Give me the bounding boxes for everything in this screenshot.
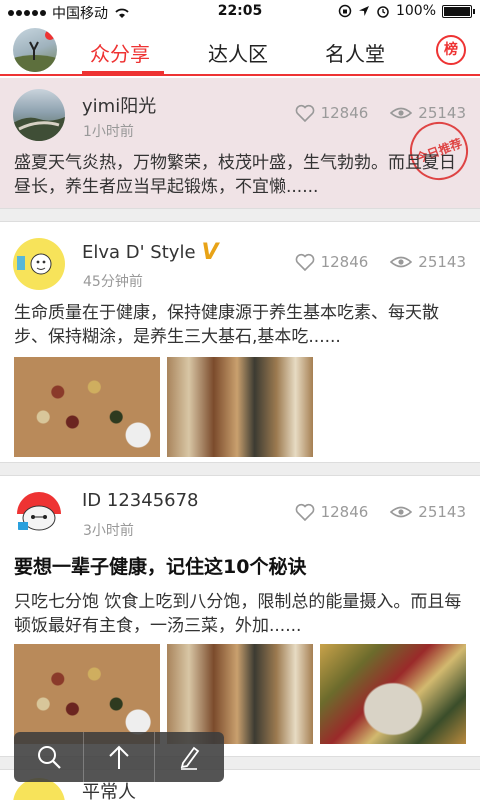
active-tab-indicator bbox=[82, 71, 164, 74]
feed-separator bbox=[0, 462, 480, 476]
post-image-spices[interactable] bbox=[14, 357, 160, 457]
tab-experts[interactable]: 达人区 bbox=[208, 38, 268, 67]
battery-icon bbox=[442, 4, 475, 18]
author-name[interactable]: yimi阳光 bbox=[82, 92, 156, 118]
eye-icon bbox=[390, 506, 413, 518]
status-bar: 中国移动 22:05 100% bbox=[0, 0, 480, 24]
post-title[interactable]: 要想一辈子健康，记住这10个秘诀 bbox=[14, 552, 306, 579]
rotation-lock-icon bbox=[338, 4, 352, 18]
top-nav: 众分享 达人区 名人堂 榜 bbox=[0, 24, 480, 76]
post-excerpt[interactable]: 生命质量在于健康，保持健康源于养生基本吃素、每天散步、保持糊涂，是养生三大基石,… bbox=[14, 301, 468, 349]
view-count-value: 25143 bbox=[418, 503, 466, 521]
author-name[interactable]: ID 12345678 bbox=[82, 490, 199, 511]
ranking-button[interactable]: 榜 bbox=[436, 35, 466, 65]
like-count[interactable]: 12846 bbox=[295, 253, 369, 271]
floating-toolbar bbox=[14, 732, 224, 782]
tab-hall-of-fame[interactable]: 名人堂 bbox=[325, 38, 385, 67]
feed: yimi阳光 1小时前 12846 25143 今日推荐 盛夏天气炎热，万物繁荣… bbox=[0, 78, 480, 800]
scroll-top-button[interactable] bbox=[84, 732, 155, 782]
eye-icon bbox=[390, 107, 413, 119]
arrow-up-icon bbox=[109, 745, 129, 769]
tab-share[interactable]: 众分享 bbox=[90, 38, 150, 67]
eye-icon bbox=[390, 256, 413, 268]
like-count[interactable]: 12846 bbox=[295, 503, 369, 521]
post-card[interactable]: Elva D' Style V 45分钟前 12846 25143 生命质量在于… bbox=[0, 222, 480, 462]
battery-percent: 100% bbox=[395, 3, 436, 19]
author-name[interactable]: Elva D' Style bbox=[82, 242, 196, 263]
author-avatar[interactable] bbox=[13, 488, 65, 540]
view-count: 25143 bbox=[390, 104, 466, 122]
feed-separator bbox=[0, 208, 480, 222]
author-avatar[interactable] bbox=[13, 238, 65, 290]
post-image-beans[interactable] bbox=[320, 644, 466, 744]
like-count-value: 12846 bbox=[320, 503, 369, 521]
view-count-value: 25143 bbox=[418, 253, 466, 271]
search-icon bbox=[37, 746, 61, 769]
post-time: 3小时前 bbox=[83, 523, 134, 539]
author-avatar[interactable] bbox=[13, 89, 65, 141]
post-time: 1小时前 bbox=[83, 124, 134, 140]
view-count-value: 25143 bbox=[418, 104, 466, 122]
like-count-value: 12846 bbox=[320, 104, 369, 122]
view-count: 25143 bbox=[390, 253, 466, 271]
heart-icon bbox=[295, 104, 314, 122]
like-count-value: 12846 bbox=[320, 253, 369, 271]
heart-icon bbox=[295, 503, 314, 521]
pencil-icon bbox=[181, 746, 200, 770]
location-icon bbox=[358, 6, 369, 16]
author-name-row: Elva D' Style V bbox=[82, 240, 219, 265]
post-image-spices[interactable] bbox=[14, 644, 160, 744]
verified-badge: V bbox=[201, 240, 219, 265]
like-count[interactable]: 12846 bbox=[295, 104, 369, 122]
compose-button[interactable] bbox=[155, 732, 224, 782]
post-card[interactable]: yimi阳光 1小时前 12846 25143 今日推荐 盛夏天气炎热，万物繁荣… bbox=[0, 78, 480, 208]
post-image-grains[interactable] bbox=[167, 644, 313, 744]
post-image-grains[interactable] bbox=[167, 357, 313, 457]
user-avatar[interactable] bbox=[13, 28, 57, 72]
post-excerpt[interactable]: 只吃七分饱 饮食上吃到八分饱，限制总的能量摄入。而且每顿饭最好有主食，一汤三菜，… bbox=[14, 590, 468, 638]
search-button[interactable] bbox=[14, 732, 85, 782]
post-excerpt[interactable]: 盛夏天气炎热，万物繁荣，枝茂叶盛，生气勃勃。而且夏日昼长，养生者应当早起锻炼，不… bbox=[14, 151, 468, 199]
heart-icon bbox=[295, 253, 314, 271]
post-time: 45分钟前 bbox=[83, 274, 143, 290]
alarm-icon bbox=[377, 6, 389, 18]
post-card[interactable]: ID 12345678 3小时前 12846 25143 要想一辈子健康，记住这… bbox=[0, 476, 480, 756]
view-count: 25143 bbox=[390, 503, 466, 521]
